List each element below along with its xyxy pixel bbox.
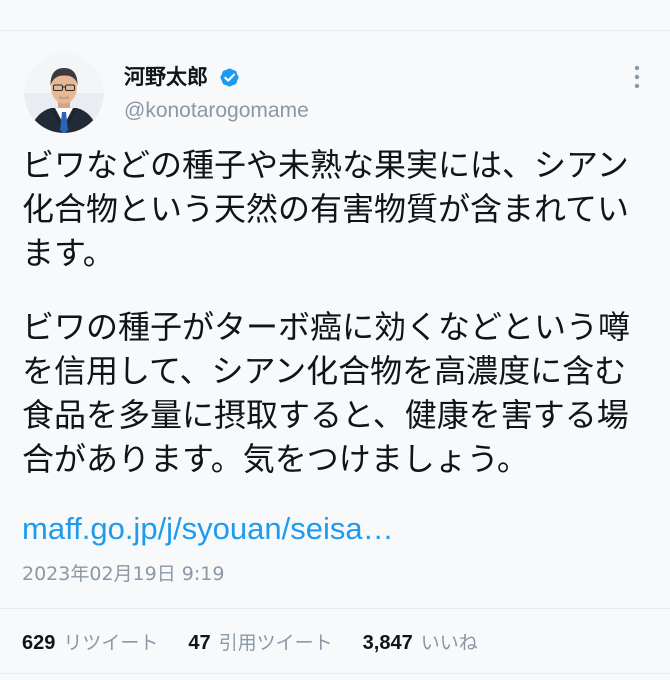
author-handle[interactable]: @konotarogomame <box>124 98 309 124</box>
retweets-label: リツイート <box>63 631 159 654</box>
author-name-row[interactable]: 河野太郎 <box>124 63 241 91</box>
quote-tweets-label: 引用ツイート <box>218 631 333 654</box>
tweet-text: ビワなどの種子や未熟な果実には、シアン化合物という天然の有害物質が含まれています… <box>22 143 638 481</box>
likes-count: 3,847 <box>362 631 413 654</box>
engagement-stats: 629 リツイート 47 引用ツイート 3,847 いいね <box>22 627 508 655</box>
author-name: 河野太郎 <box>124 65 208 89</box>
likes-stat[interactable]: 3,847 いいね <box>363 628 478 655</box>
tweet-timestamp[interactable]: 2023年02月19日 9:19 <box>22 561 224 587</box>
quote-tweets-stat[interactable]: 47 引用ツイート <box>188 628 332 655</box>
quote-tweets-count: 47 <box>188 631 211 654</box>
verified-badge-icon <box>218 66 241 89</box>
top-divider <box>0 30 670 31</box>
avatar[interactable] <box>24 53 104 133</box>
more-options-icon[interactable] <box>627 62 647 92</box>
stats-top-divider <box>0 608 670 609</box>
tweet-link[interactable]: maff.go.jp/j/syouan/seisa… <box>22 507 394 551</box>
tweet-paragraph: ビワなどの種子や未熟な果実には、シアン化合物という天然の有害物質が含まれています… <box>22 146 630 272</box>
stats-bottom-divider <box>0 673 670 674</box>
retweets-count: 629 <box>22 631 56 654</box>
retweets-stat[interactable]: 629 リツイート <box>22 628 158 655</box>
tweet-paragraph: ビワの種子がターボ癌に効くなどという噂を信用して、シアン化合物を高濃度に含む食品… <box>22 308 631 478</box>
likes-label: いいね <box>420 631 478 654</box>
avatar-photo <box>24 53 104 133</box>
